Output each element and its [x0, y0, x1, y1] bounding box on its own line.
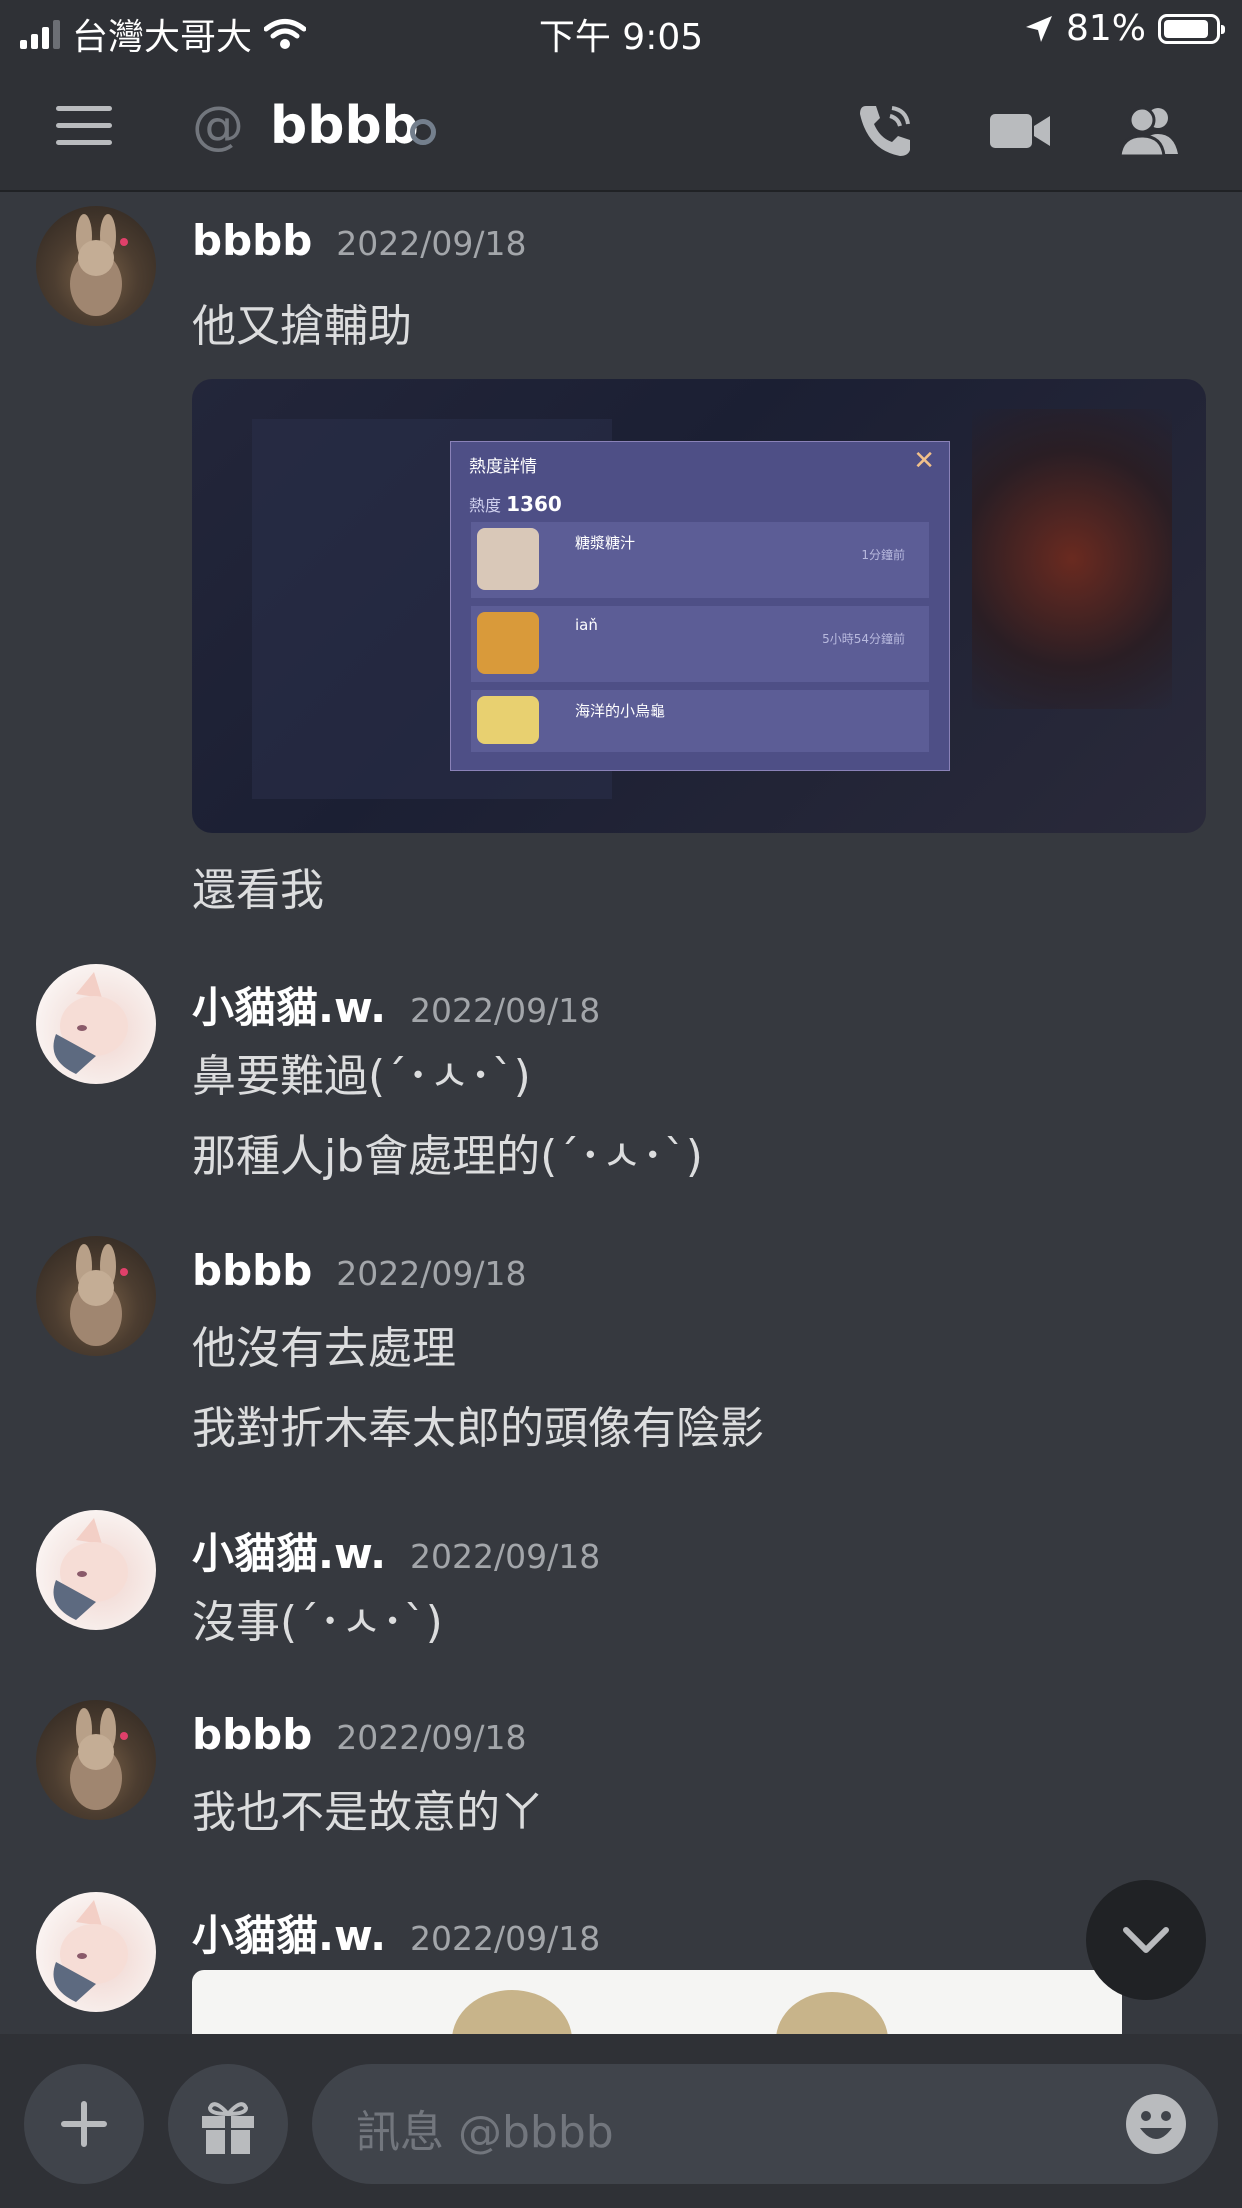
avatar[interactable]: [36, 1510, 156, 1630]
message-author[interactable]: 小貓貓.w. 2022/09/18: [192, 1520, 600, 1581]
message-text: 沒事(´･ㅅ･`): [192, 1597, 443, 1648]
status-bar: 台灣大哥大 下午 9:05 81%: [0, 0, 1242, 66]
message-timestamp: 2022/09/18: [336, 224, 527, 263]
video-call-icon[interactable]: [988, 100, 1052, 160]
location-arrow-icon: [1025, 15, 1052, 42]
avatar[interactable]: [36, 206, 156, 326]
gift-button[interactable]: [168, 2064, 288, 2184]
message-timestamp: 2022/09/18: [410, 1537, 601, 1576]
message-author[interactable]: bbbb 2022/09/18: [192, 216, 526, 265]
avatar[interactable]: [36, 964, 156, 1084]
voice-call-icon[interactable]: [852, 100, 916, 160]
list-item: iaň 5小時54分鐘前: [471, 606, 929, 682]
plus-icon: [61, 2101, 107, 2147]
close-icon: ✕: [913, 446, 935, 476]
message-text: 還看我: [192, 865, 324, 916]
message-text: 他沒有去處理: [192, 1323, 456, 1374]
message-text: 我也不是故意的ㄚ: [192, 1787, 544, 1838]
popup-title: 熱度詳情: [469, 457, 537, 477]
chevron-down-icon: [1123, 1927, 1169, 1953]
battery-percent: 81%: [1065, 8, 1146, 49]
message-text: 他又搶輔助: [192, 301, 412, 352]
offline-status-icon: [410, 119, 436, 145]
image-attachment[interactable]: 熱度詳情 ✕ 熱度 1360 糖漿糖汁 1分鐘前 iaň 5小時54分鐘前 海洋…: [192, 379, 1206, 833]
jump-to-bottom-button[interactable]: [1086, 1880, 1206, 2000]
message-timestamp: 2022/09/18: [410, 1919, 601, 1958]
menu-icon[interactable]: [56, 106, 112, 146]
message-author[interactable]: bbbb 2022/09/18: [192, 1710, 526, 1759]
gift-icon: [202, 2102, 254, 2154]
channel-header: @ bbbb: [0, 66, 1242, 192]
channel-title: bbbb: [270, 96, 419, 156]
at-icon: @: [192, 96, 244, 156]
avatar[interactable]: [36, 1700, 156, 1820]
image-attachment[interactable]: [192, 1970, 1122, 2034]
message-timestamp: 2022/09/18: [336, 1254, 527, 1293]
message-input-placeholder: 訊息 @bbbb: [356, 2107, 614, 2158]
message-timestamp: 2022/09/18: [410, 991, 601, 1030]
members-icon[interactable]: [1118, 100, 1182, 160]
emoji-icon[interactable]: [1124, 2092, 1188, 2156]
add-attachment-button[interactable]: [24, 2064, 144, 2184]
avatar[interactable]: [36, 1236, 156, 1356]
message-text: 鼻要難過(´･ㅅ･`): [192, 1051, 531, 1102]
battery-icon: [1158, 13, 1225, 44]
message-input[interactable]: 訊息 @bbbb: [312, 2064, 1218, 2184]
message-author[interactable]: 小貓貓.w. 2022/09/18: [192, 1902, 600, 1963]
avatar[interactable]: [36, 1892, 156, 2012]
message-author[interactable]: 小貓貓.w. 2022/09/18: [192, 974, 600, 1035]
message-text: 那種人jb會處理的(´･ㅅ･`): [192, 1131, 703, 1182]
message-list[interactable]: bbbb 2022/09/18 他又搶輔助 熱度詳情 ✕ 熱度 1360 糖漿糖汁…: [0, 192, 1242, 2034]
message-text: 我對折木奉太郎的頭像有陰影: [192, 1403, 764, 1454]
message-author[interactable]: bbbb 2022/09/18: [192, 1246, 526, 1295]
popup-heat: 熱度 1360: [469, 492, 562, 516]
list-item: 糖漿糖汁 1分鐘前: [471, 522, 929, 598]
message-timestamp: 2022/09/18: [336, 1718, 527, 1757]
list-item: 海洋的小烏龜: [471, 690, 929, 752]
message-composer: 訊息 @bbbb: [0, 2034, 1242, 2208]
screenshot-popup: 熱度詳情 ✕ 熱度 1360 糖漿糖汁 1分鐘前 iaň 5小時54分鐘前 海洋…: [450, 441, 950, 771]
